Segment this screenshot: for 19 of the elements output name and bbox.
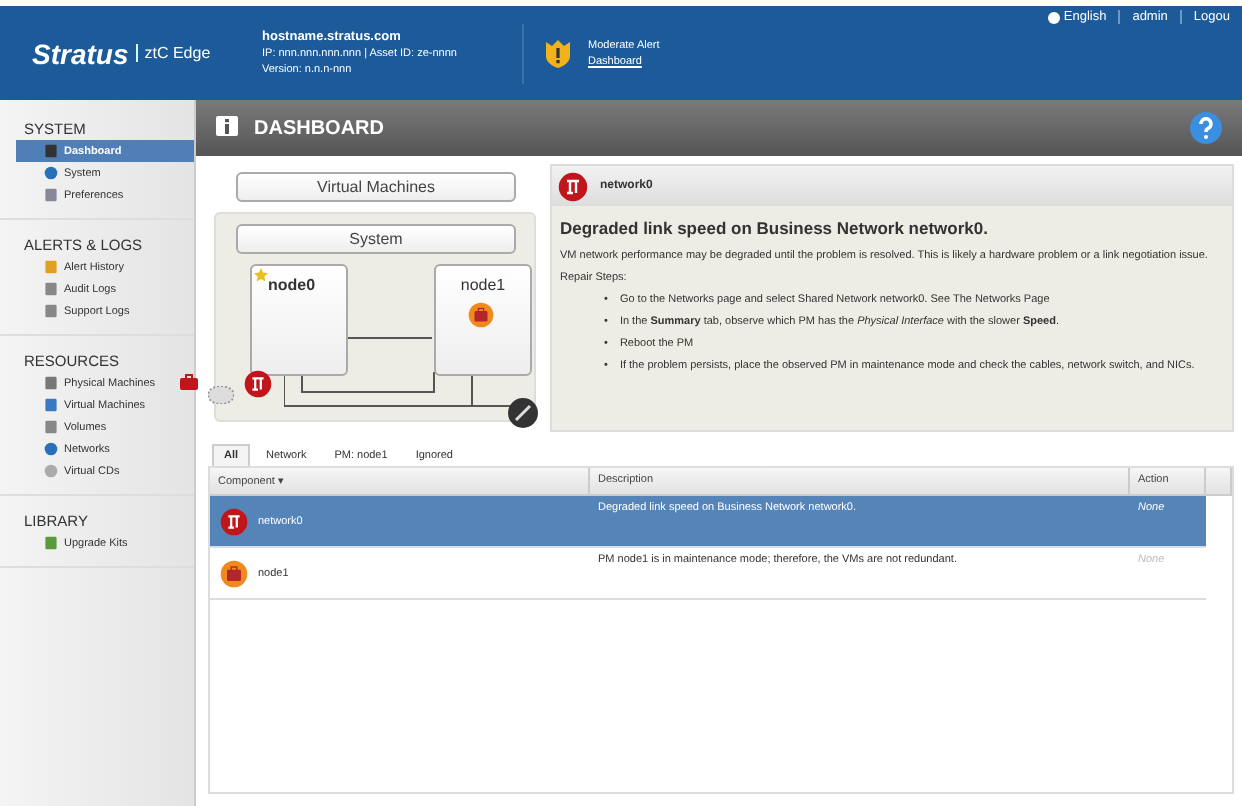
node-card[interactable]: node0: [250, 264, 348, 376]
product-name: ztC Edge: [136, 44, 211, 62]
header-spacer: [1206, 468, 1232, 496]
node-card[interactable]: node1: [434, 264, 532, 376]
network-alert-icon: [220, 507, 248, 535]
alert-heading: Degraded link speed on Business Network network0.: [560, 218, 990, 238]
network-alert-icon: [558, 171, 588, 201]
toolbox-icon: [468, 302, 494, 328]
network-alert-icon: [244, 370, 272, 398]
page-title: DASHBOARD: [254, 117, 386, 139]
toolbox-icon: [220, 559, 248, 587]
virtual-machines-label[interactable]: Virtual Machines: [236, 172, 516, 202]
logo-text: Stratus: [32, 37, 129, 69]
shield-alert-icon: [544, 37, 572, 69]
help-icon[interactable]: [1190, 112, 1222, 144]
system-label[interactable]: System: [236, 224, 516, 254]
node-name: node0: [268, 276, 316, 294]
node-name: node1: [460, 276, 506, 294]
cloud-icon: [208, 386, 234, 404]
